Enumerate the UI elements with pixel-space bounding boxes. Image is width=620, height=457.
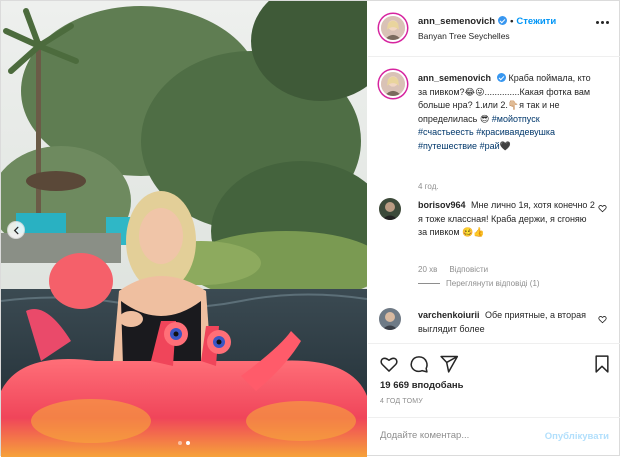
caption-time[interactable]: 4 год.	[418, 182, 439, 191]
location-link[interactable]: Banyan Tree Seychelles	[418, 31, 510, 41]
comment: varchenkoiurii Обе приятные, а вторая вы…	[418, 309, 596, 336]
caption-avatar[interactable]	[379, 70, 407, 98]
comment-username[interactable]: varchenkoiurii	[418, 310, 480, 320]
add-comment-bar: Опублікувати	[368, 417, 620, 457]
view-replies-button[interactable]: Переглянути відповіді (1)	[418, 279, 540, 288]
more-dot	[596, 21, 599, 24]
post-actions	[368, 343, 620, 383]
commenter-avatar[interactable]	[379, 308, 401, 330]
more-dot	[601, 21, 604, 24]
follow-button[interactable]: Стежити	[516, 16, 556, 27]
carousel-dot-active	[186, 441, 190, 445]
author-avatar[interactable]	[379, 14, 407, 42]
carousel-indicator	[1, 441, 367, 445]
caption: ann_semenovich Краба поймала, кто за пив…	[418, 72, 596, 153]
post-photo[interactable]	[1, 1, 367, 457]
heart-icon[interactable]	[379, 354, 399, 374]
comment-like-icon[interactable]	[598, 204, 607, 213]
replies-line	[418, 283, 440, 284]
commenter-avatar[interactable]	[379, 198, 401, 220]
carousel-dot	[178, 441, 182, 445]
separator: •	[510, 16, 514, 27]
hashtag[interactable]: #мойотпуск	[492, 114, 540, 124]
carousel-prev-button[interactable]	[7, 221, 25, 239]
post-header: ann_semenovich • Стежити Banyan Tree Seych…	[368, 1, 620, 57]
instagram-post: ann_semenovich • Стежити Banyan Tree Seych…	[0, 0, 620, 457]
comment-username[interactable]: borisov964	[418, 200, 466, 210]
avatar-image	[381, 72, 405, 96]
comment-meta: 20 хв Відповісти	[418, 265, 488, 274]
verified-badge-icon	[497, 73, 507, 82]
post-timestamp[interactable]: 4 ГОД ТОМУ	[380, 398, 423, 405]
likes-count[interactable]: 19 669 вподобань	[380, 380, 464, 391]
verified-badge-icon	[498, 16, 508, 25]
avatar-image	[379, 198, 401, 220]
comment-like-icon[interactable]	[598, 315, 607, 324]
comment: borisov964 Мне лично 1я, хотя конечно 2 …	[418, 199, 596, 240]
view-replies-label: Переглянути відповіді (1)	[446, 279, 540, 288]
post-side-panel: ann_semenovich • Стежити Banyan Tree Seych…	[368, 1, 620, 457]
avatar-image	[381, 16, 405, 40]
send-icon[interactable]	[439, 354, 459, 374]
chevron-left-icon	[13, 226, 18, 234]
hashtag[interactable]: #рай🖤	[480, 141, 511, 151]
comment-input[interactable]	[380, 430, 530, 441]
caption-username[interactable]: ann_semenovich	[418, 73, 491, 83]
comment-icon[interactable]	[409, 354, 429, 374]
more-dot	[606, 21, 609, 24]
author-username[interactable]: ann_semenovich	[418, 16, 495, 27]
post-photo-image	[1, 1, 367, 457]
reply-button[interactable]: Відповісти	[449, 265, 488, 274]
publish-button[interactable]: Опублікувати	[545, 431, 609, 442]
hashtag[interactable]: #путешествие	[418, 141, 477, 151]
comments-list[interactable]: ann_semenovich Краба поймала, кто за пив…	[368, 58, 620, 343]
hashtag[interactable]: #счастьеесть	[418, 127, 474, 137]
comment-time[interactable]: 20 хв	[418, 265, 437, 274]
author-line: ann_semenovich • Стежити	[418, 16, 556, 27]
avatar-image	[379, 308, 401, 330]
more-options-icon[interactable]	[596, 21, 609, 24]
bookmark-icon[interactable]	[592, 354, 612, 374]
hashtag[interactable]: #красиваядевушка	[476, 127, 555, 137]
